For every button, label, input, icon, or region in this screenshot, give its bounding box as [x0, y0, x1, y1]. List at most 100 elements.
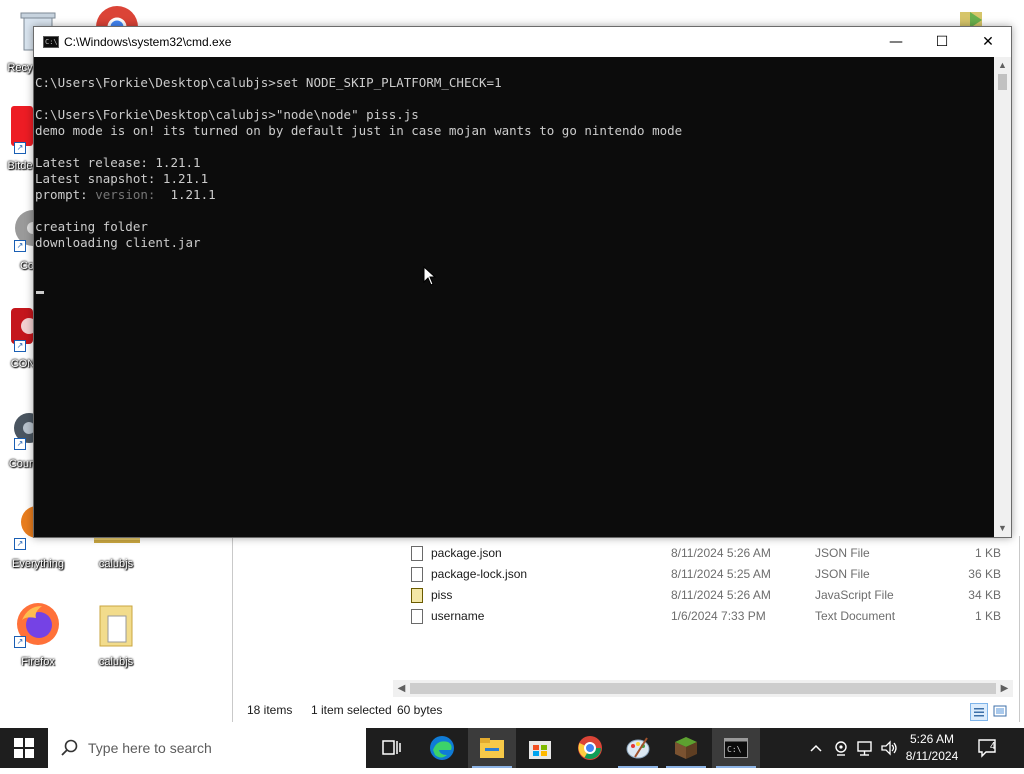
mouse-pointer-icon	[423, 266, 437, 286]
taskbar-search-box[interactable]: Type here to search	[48, 728, 366, 768]
chrome-desktop-icon[interactable]	[94, 5, 140, 27]
shortcut-arrow-icon: ↗	[14, 142, 26, 154]
task-view-button[interactable]	[368, 728, 416, 768]
taskbar-file-explorer[interactable]	[468, 728, 516, 768]
command-prompt-icon: C:\	[724, 738, 748, 758]
taskbar-command-prompt[interactable]: C:\	[712, 728, 760, 768]
console-line: creating folder	[35, 219, 148, 234]
file-type: JavaScript File	[815, 588, 894, 602]
file-explorer-icon	[480, 738, 504, 758]
file-type: JSON File	[815, 567, 870, 581]
shortcut-arrow-icon: ↗	[14, 538, 26, 550]
cmd-window: C:\ C:\Windows\system32\cmd.exe — ☐ ✕ C:…	[33, 26, 1012, 538]
volume-icon	[881, 740, 897, 756]
taskbar-clock[interactable]: 5:26 AM 8/11/2024	[900, 731, 964, 765]
item-count: 18 items	[247, 703, 293, 717]
taskbar-chrome[interactable]	[566, 728, 614, 768]
text-file-icon	[411, 609, 423, 624]
shortcut-arrow-icon: ↗	[14, 636, 26, 648]
minimize-button[interactable]: —	[873, 27, 919, 57]
details-view-icon[interactable]	[970, 703, 988, 721]
shortcut-arrow-icon: ↗	[14, 340, 26, 352]
bitdefender-icon	[11, 106, 33, 146]
large-icons-view-icon[interactable]	[992, 703, 1010, 721]
file-type: Text Document	[815, 609, 896, 623]
file-date: 8/11/2024 5:26 AM	[671, 588, 771, 602]
taskbar-minecraft[interactable]	[662, 728, 710, 768]
file-size: 1 KB	[974, 609, 1001, 623]
taskbar-microsoft-store[interactable]	[516, 728, 564, 768]
text-cursor	[36, 291, 44, 294]
microsoft-store-icon	[529, 741, 551, 759]
file-size: 34 KB	[968, 588, 1001, 602]
scroll-thumb[interactable]	[998, 74, 1007, 90]
javascript-file-icon	[411, 588, 423, 603]
desktop-icon-label: calubjs	[98, 558, 134, 570]
console-output[interactable]: C:\Users\Forkie\Desktop\calubjs>set NODE…	[34, 57, 994, 537]
network-icon	[857, 741, 872, 756]
file-row[interactable]: username 1/6/2024 7:33 PM Text Document …	[233, 606, 1019, 627]
windows-logo-icon	[14, 738, 34, 758]
folder-icon	[99, 605, 133, 647]
scroll-up-icon[interactable]: ▲	[994, 57, 1011, 74]
tray-network[interactable]	[854, 728, 876, 768]
red-app-icon	[11, 308, 33, 344]
action-center-button[interactable]: 4	[970, 728, 1006, 768]
notification-count-badge: 4	[990, 741, 996, 752]
console-line: Latest snapshot: 1.21.1	[35, 171, 209, 186]
task-view-icon	[382, 740, 401, 755]
file-size: 1 KB	[974, 546, 1001, 560]
taskbar-paint[interactable]	[614, 728, 662, 768]
file-row[interactable]: package-lock.json 8/11/2024 5:25 AM JSON…	[233, 564, 1019, 585]
clock-time: 5:26 AM	[909, 732, 955, 746]
close-button[interactable]: ✕	[965, 27, 1011, 57]
scroll-right-icon[interactable]: ▶	[996, 680, 1013, 697]
file-name: piss	[431, 588, 453, 602]
tray-meet-now[interactable]	[830, 728, 852, 768]
chevron-up-icon	[810, 744, 822, 752]
desktop-icon-label: Everything	[12, 558, 64, 570]
vertical-scrollbar[interactable]: ▲ ▼	[994, 57, 1011, 537]
desktop-icon-top-right[interactable]	[958, 8, 984, 28]
file-type: JSON File	[815, 546, 870, 560]
search-placeholder: Type here to search	[88, 740, 212, 756]
file-name: username	[431, 609, 485, 623]
console-line: Latest release: 1.21.1	[35, 155, 201, 170]
horizontal-scrollbar[interactable]: ◀ ▶	[393, 680, 1013, 697]
console-line: demo mode is on! its turned on by defaul…	[35, 123, 683, 138]
window-title: C:\Windows\system32\cmd.exe	[64, 35, 232, 49]
file-name: package-lock.json	[431, 567, 528, 581]
taskbar: Type here to search C:\ 5:26 AM 8/11/202…	[0, 728, 1024, 768]
file-date: 8/11/2024 5:26 AM	[671, 546, 771, 560]
json-file-icon	[411, 567, 423, 582]
desktop-icon-label: Firefox	[21, 656, 55, 668]
prompt-prefix: prompt:	[35, 187, 96, 202]
paint-palette-icon	[626, 737, 650, 759]
file-row[interactable]: package.json 8/11/2024 5:26 AM JSON File…	[233, 543, 1019, 564]
console-line: C:\Users\Forkie\Desktop\calubjs>"node\no…	[35, 107, 419, 122]
scroll-left-icon[interactable]: ◀	[393, 680, 410, 697]
file-date: 1/6/2024 7:33 PM	[671, 609, 766, 623]
minecraft-grass-block-icon	[675, 737, 697, 759]
console-icon: C:\	[43, 36, 59, 48]
shortcut-arrow-icon: ↗	[14, 240, 26, 252]
chrome-icon	[578, 736, 602, 760]
scroll-down-icon[interactable]: ▼	[994, 520, 1011, 537]
console-line: downloading client.jar	[35, 235, 201, 250]
file-row[interactable]: piss 8/11/2024 5:26 AM JavaScript File 3…	[233, 585, 1019, 606]
prompt-value: 1.21.1	[162, 187, 216, 202]
start-button[interactable]	[0, 728, 48, 768]
scroll-thumb[interactable]	[410, 683, 996, 694]
file-name: package.json	[431, 546, 502, 560]
explorer-status-bar: 18 items 1 item selected 60 bytes	[233, 698, 1019, 722]
file-explorer-window: package.json 8/11/2024 5:26 AM JSON File…	[232, 536, 1020, 722]
tray-volume[interactable]	[878, 728, 900, 768]
show-hidden-icons-button[interactable]	[806, 728, 826, 768]
cmd-title-bar[interactable]: C:\ C:\Windows\system32\cmd.exe — ☐ ✕	[34, 27, 1011, 57]
file-date: 8/11/2024 5:25 AM	[671, 567, 771, 581]
selection-count: 1 item selected	[311, 703, 392, 717]
json-file-icon	[411, 546, 423, 561]
taskbar-edge[interactable]	[418, 728, 466, 768]
search-icon	[61, 739, 78, 756]
maximize-button[interactable]: ☐	[919, 27, 965, 57]
